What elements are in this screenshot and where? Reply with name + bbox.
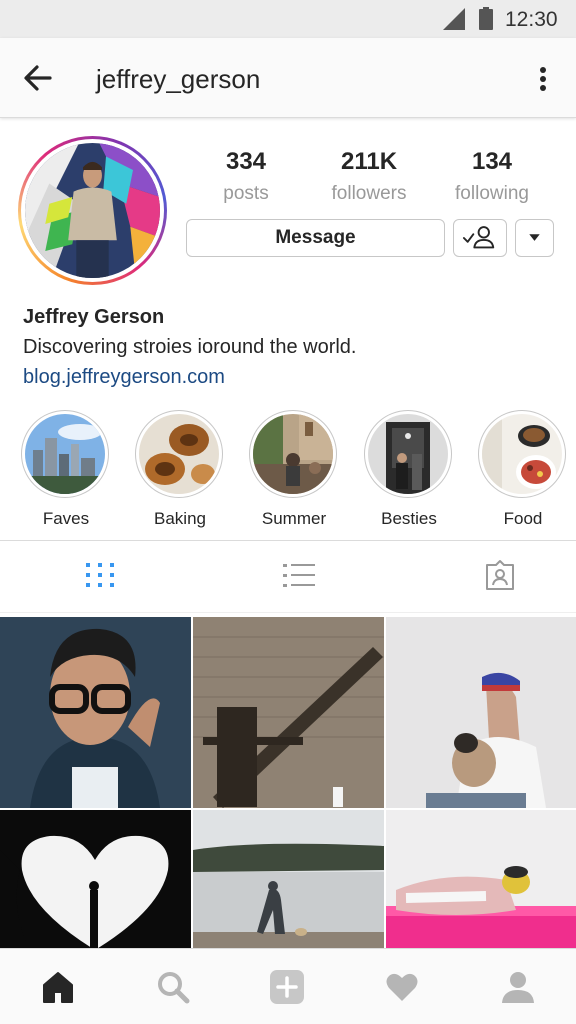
highlight-label: Besties bbox=[381, 509, 437, 528]
plus-square-icon[interactable] bbox=[269, 969, 305, 1005]
list-icon[interactable] bbox=[283, 559, 315, 591]
bottom-navigation bbox=[0, 948, 576, 1024]
post-thumbnail[interactable] bbox=[386, 617, 576, 808]
battery-icon bbox=[479, 7, 493, 30]
caret-down-icon bbox=[529, 234, 540, 241]
profile-name: Jeffrey Gerson bbox=[23, 306, 165, 328]
message-button[interactable]: Message bbox=[186, 219, 445, 257]
highlight-thumbnail bbox=[253, 414, 333, 494]
profile-website-link[interactable]: blog.jeffreygerson.com bbox=[23, 366, 225, 389]
profile-bio: Discovering stroies ioround the world. bbox=[23, 336, 357, 358]
home-icon[interactable] bbox=[40, 969, 76, 1005]
highlight-faves[interactable]: Faves bbox=[21, 410, 111, 529]
signal-icon bbox=[443, 8, 465, 30]
grid-icon[interactable] bbox=[84, 559, 116, 591]
more-vertical-icon[interactable] bbox=[528, 62, 558, 96]
highlight-thumbnail bbox=[25, 414, 105, 494]
post-thumbnail[interactable] bbox=[386, 810, 576, 948]
highlight-besties[interactable]: Besties bbox=[364, 410, 454, 529]
stat-label: posts bbox=[223, 183, 269, 204]
highlight-thumbnail bbox=[482, 414, 562, 494]
stat-value: 211K bbox=[340, 148, 398, 175]
status-time: 12:30 bbox=[505, 8, 558, 31]
profile-tabs bbox=[0, 540, 576, 613]
following-button[interactable] bbox=[453, 219, 507, 257]
person-icon[interactable] bbox=[500, 969, 536, 1005]
post-thumbnail[interactable] bbox=[0, 810, 191, 948]
stat-label: followers bbox=[331, 183, 407, 204]
avatar bbox=[25, 143, 160, 278]
search-icon[interactable] bbox=[155, 969, 191, 1005]
arrow-left-icon[interactable] bbox=[20, 60, 56, 96]
avatar-story-ring[interactable] bbox=[18, 136, 167, 285]
stat-posts[interactable]: 334 posts bbox=[186, 148, 306, 205]
highlight-label: Baking bbox=[154, 509, 206, 528]
status-bar: 12:30 bbox=[0, 0, 576, 38]
post-thumbnail[interactable] bbox=[193, 617, 384, 808]
stat-value: 334 bbox=[225, 148, 267, 175]
app-header: jeffrey_gerson bbox=[0, 38, 576, 118]
stat-following[interactable]: 134 following bbox=[432, 148, 552, 205]
highlight-thumbnail bbox=[368, 414, 448, 494]
tagged-person-icon[interactable] bbox=[484, 559, 516, 591]
suggestions-dropdown-button[interactable] bbox=[515, 219, 554, 257]
heart-icon[interactable] bbox=[384, 969, 420, 1005]
post-thumbnail[interactable] bbox=[0, 617, 191, 808]
highlight-label: Food bbox=[503, 509, 543, 528]
highlight-summer[interactable]: Summer bbox=[249, 410, 339, 529]
highlight-food[interactable]: Food bbox=[478, 410, 568, 529]
highlight-label: Faves bbox=[42, 509, 90, 528]
highlight-label: Summer bbox=[261, 509, 327, 528]
post-grid bbox=[0, 617, 576, 948]
header-username: jeffrey_gerson bbox=[96, 64, 261, 94]
stat-value: 134 bbox=[471, 148, 513, 175]
stat-followers[interactable]: 211K followers bbox=[309, 148, 429, 205]
highlight-baking[interactable]: Baking bbox=[135, 410, 225, 529]
person-check-icon bbox=[462, 226, 495, 249]
highlight-thumbnail bbox=[139, 414, 219, 494]
post-thumbnail[interactable] bbox=[193, 810, 384, 948]
stat-label: following bbox=[455, 183, 529, 204]
